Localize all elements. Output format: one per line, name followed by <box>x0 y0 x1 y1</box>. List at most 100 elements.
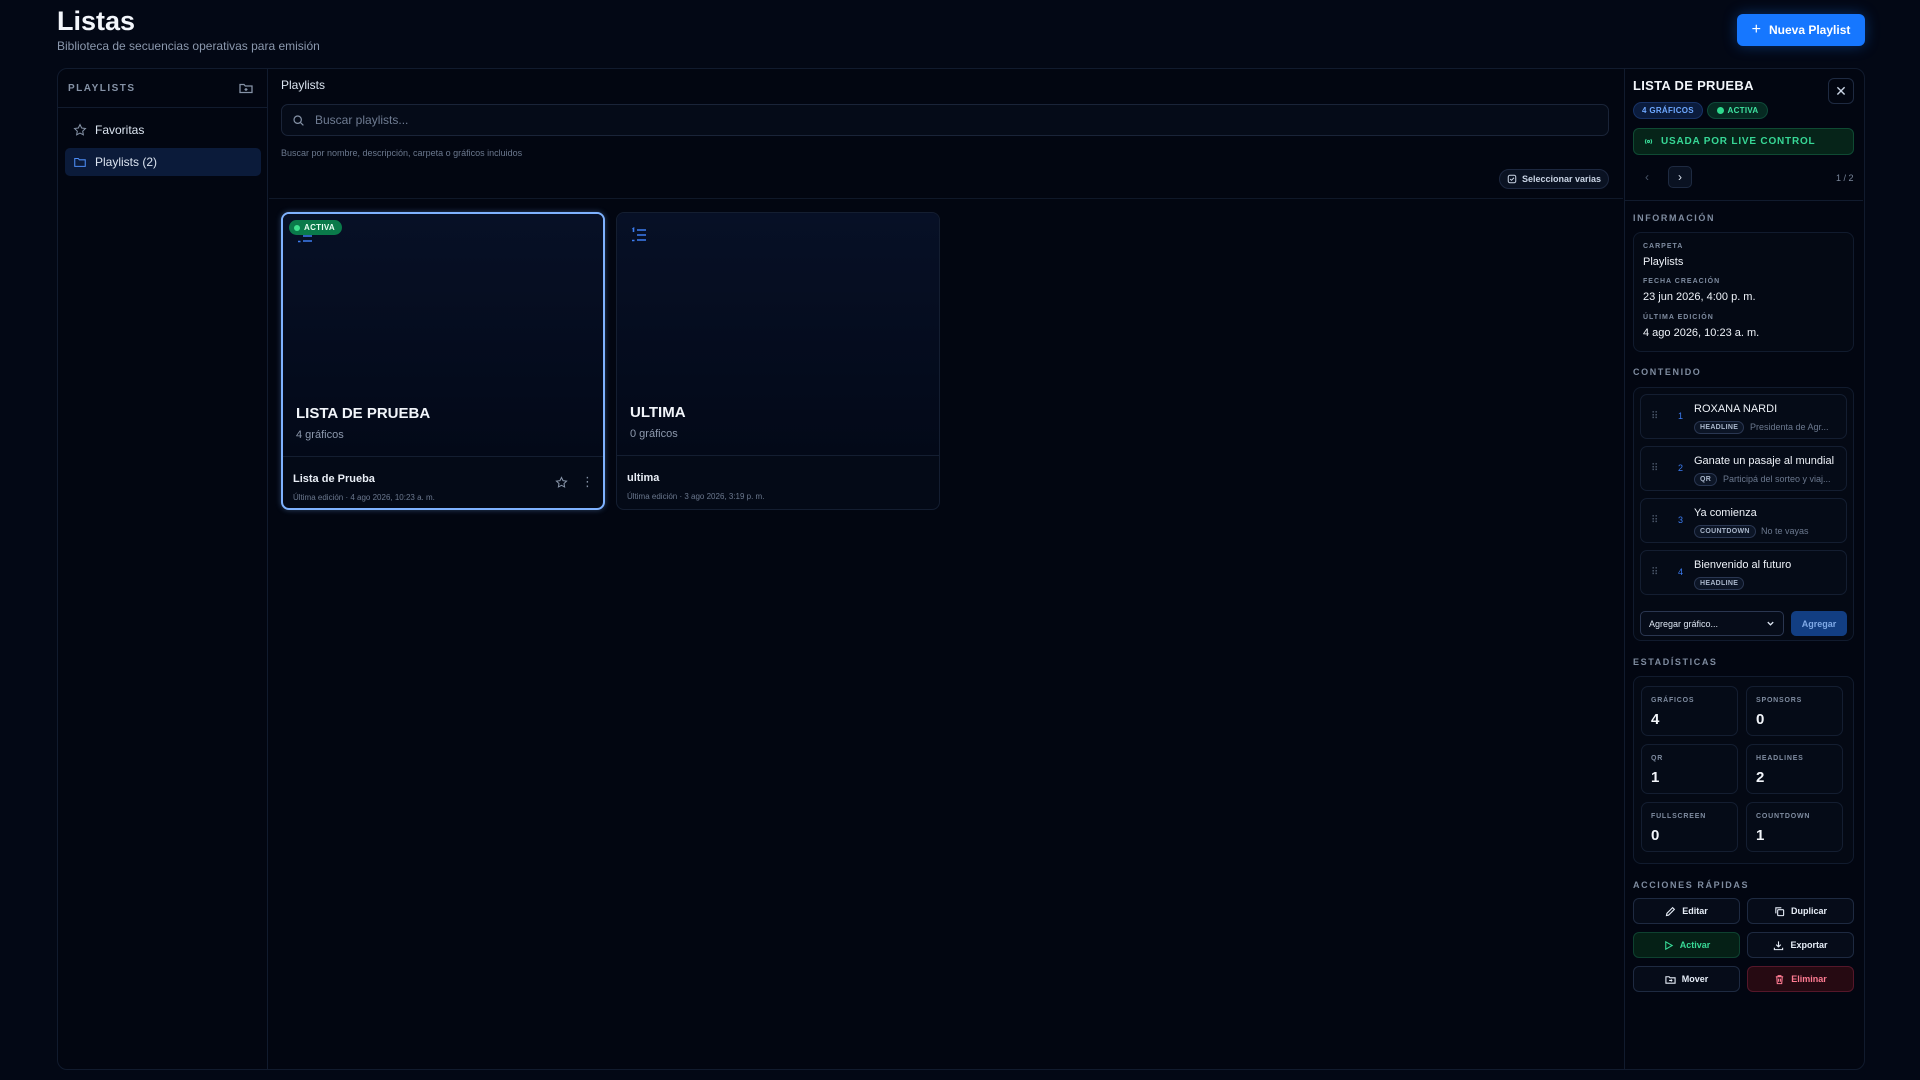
item-type-tag: COUNTDOWN <box>1694 525 1756 538</box>
search-icon <box>293 114 304 126</box>
sidebar-item-favoritas[interactable]: Favoritas <box>65 116 261 144</box>
stat-value: 1 <box>1756 827 1765 844</box>
add-graphic-select-value: Agregar gráfico... <box>1649 618 1719 629</box>
search-input[interactable] <box>315 113 1515 127</box>
stat-card: SPONSORS 0 <box>1746 686 1843 736</box>
item-number: 4 <box>1678 567 1684 577</box>
copy-icon <box>1775 906 1785 916</box>
live-control-label: USADA POR LIVE CONTROL <box>1661 136 1816 147</box>
playlist-card[interactable]: ULTIMA 0 gráficos ultima Última edición … <box>616 212 940 510</box>
edit-label: Editar <box>1682 906 1708 916</box>
info-key: ÚLTIMA EDICIÓN <box>1643 314 1714 321</box>
new-playlist-button[interactable]: + Nueva Playlist <box>1737 14 1865 46</box>
card-title: ULTIMA <box>630 404 686 421</box>
panel-title: LISTA DE PRUEBA <box>1633 78 1754 93</box>
info-key: CARPETA <box>1643 243 1684 250</box>
export-label: Exportar <box>1790 940 1828 950</box>
stat-value: 4 <box>1651 711 1660 728</box>
playlist-card[interactable]: ACTIVA LISTA DE PRUEBA 4 gráficos Lista … <box>281 212 605 510</box>
active-dot-icon <box>1716 107 1724 114</box>
sidebar <box>58 69 268 1069</box>
move-label: Mover <box>1681 974 1709 984</box>
sidebar-divider <box>58 107 268 108</box>
content-divider <box>269 198 1623 199</box>
list-item[interactable]: ⠿ 1 ROXANA NARDI HEADLINE Presidenta de … <box>1640 394 1847 439</box>
activate-label: Activar <box>1679 940 1711 950</box>
delete-label: Eliminar <box>1791 974 1827 984</box>
info-value: 4 ago 2026, 10:23 a. m. <box>1643 327 1760 339</box>
page-subtitle: Biblioteca de secuencias operativas para… <box>57 39 320 53</box>
info-heading: INFORMACIÓN <box>1633 213 1716 223</box>
broadcast-icon <box>1644 138 1653 145</box>
stat-label: SPONSORS <box>1756 697 1803 704</box>
item-type-tag: HEADLINE <box>1694 421 1745 434</box>
delete-button[interactable]: Eliminar <box>1747 966 1854 992</box>
select-multiple-label: Seleccionar varias <box>1521 174 1602 184</box>
drag-handle-icon[interactable]: ⠿ <box>1651 515 1658 526</box>
add-graphic-button[interactable]: Agregar <box>1791 611 1847 636</box>
stat-label: GRÁFICOS <box>1651 697 1695 704</box>
list-item[interactable]: ⠿ 2 Ganate un pasaje al mundial QR Parti… <box>1640 446 1847 491</box>
close-icon[interactable]: ✕ <box>1828 78 1854 104</box>
item-type-tag: QR <box>1694 473 1718 486</box>
item-number: 3 <box>1678 515 1684 525</box>
sidebar-item-label: Favoritas <box>95 123 145 137</box>
info-value: 23 jun 2026, 4:00 p. m. <box>1643 291 1756 303</box>
search-box[interactable] <box>281 104 1609 136</box>
stat-card: COUNTDOWN 1 <box>1746 802 1843 852</box>
activate-button[interactable]: Activar <box>1633 932 1740 958</box>
stat-card: HEADLINES 2 <box>1746 744 1843 794</box>
drag-handle-icon[interactable]: ⠿ <box>1651 567 1658 578</box>
new-folder-icon[interactable] <box>238 80 254 96</box>
stat-label: HEADLINES <box>1756 755 1804 762</box>
folder-move-icon <box>1665 975 1676 984</box>
info-value: Playlists <box>1643 256 1684 268</box>
list-item[interactable]: ⠿ 4 Bienvenido al futuro HEADLINE <box>1640 550 1847 595</box>
star-icon <box>73 123 87 136</box>
active-badge: ACTIVA <box>289 220 342 235</box>
prev-chevron-icon[interactable]: ‹ <box>1636 166 1658 188</box>
item-subtitle: Participá del sorteo y viaj... <box>1723 474 1831 484</box>
drag-handle-icon[interactable]: ⠿ <box>1651 411 1658 422</box>
next-chevron-icon[interactable]: › <box>1668 166 1692 188</box>
new-playlist-label: Nueva Playlist <box>1768 23 1851 37</box>
item-type-tag: HEADLINE <box>1694 577 1745 590</box>
panel-active-label: ACTIVA <box>1727 106 1759 115</box>
panel-active-badge: ACTIVA <box>1707 102 1768 119</box>
card-count: 4 gráficos <box>296 429 344 441</box>
content-label: Playlists <box>281 78 326 92</box>
stats-heading: ESTADÍSTICAS <box>1633 657 1718 667</box>
sidebar-item-playlists[interactable]: Playlists (2) <box>65 148 261 176</box>
card-count: 0 gráficos <box>630 428 678 440</box>
card-meta: Última edición · 3 ago 2026, 3:19 p. m. <box>627 492 765 501</box>
stat-card: QR 1 <box>1641 744 1738 794</box>
item-title: Ganate un pasaje al mundial <box>1694 455 1835 467</box>
stat-card: FULLSCREEN 0 <box>1641 802 1738 852</box>
stat-value: 0 <box>1651 827 1660 844</box>
sidebar-title: PLAYLISTS <box>68 83 136 94</box>
favorite-star-icon[interactable] <box>555 476 568 489</box>
item-subtitle: Presidenta de Agr... <box>1750 422 1829 432</box>
card-title: LISTA DE PRUEBA <box>296 405 431 422</box>
edit-button[interactable]: Editar <box>1633 898 1740 924</box>
item-number: 1 <box>1678 411 1684 421</box>
item-title: ROXANA NARDI <box>1694 403 1778 415</box>
list-item[interactable]: ⠿ 3 Ya comienza COUNTDOWN No te vayas <box>1640 498 1847 543</box>
active-dot-icon <box>294 224 300 231</box>
folder-icon <box>74 157 86 167</box>
item-number: 2 <box>1678 463 1684 473</box>
card-meta: Última edición · 4 ago 2026, 10:23 a. m. <box>293 493 435 502</box>
pencil-icon <box>1665 906 1676 916</box>
drag-handle-icon[interactable]: ⠿ <box>1651 463 1658 474</box>
select-multiple-button[interactable]: Seleccionar varias <box>1499 169 1609 189</box>
live-control-status: USADA POR LIVE CONTROL <box>1633 128 1854 155</box>
stat-label: COUNTDOWN <box>1756 813 1811 820</box>
add-graphic-select[interactable]: Agregar gráfico... <box>1640 611 1784 636</box>
more-options-icon[interactable]: ⋮ <box>581 474 594 490</box>
export-button[interactable]: Exportar <box>1747 932 1854 958</box>
stat-value: 0 <box>1756 711 1765 728</box>
duplicate-button[interactable]: Duplicar <box>1747 898 1854 924</box>
move-button[interactable]: Mover <box>1633 966 1740 992</box>
panel-divider <box>1625 200 1863 201</box>
checkbox-icon <box>1507 174 1517 184</box>
